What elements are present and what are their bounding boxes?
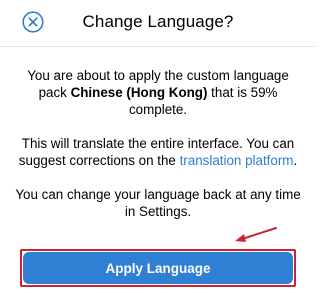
dialog-header: Change Language? xyxy=(0,0,316,47)
dialog-message: You are about to apply the custom langua… xyxy=(14,67,302,237)
annotation-arrow-icon xyxy=(235,227,277,242)
apply-button-highlight: Apply Language xyxy=(20,249,296,287)
message-paragraph-translate: This will translate the entire interface… xyxy=(18,136,298,168)
message-paragraph-settings: You can change your language back at any… xyxy=(15,187,301,219)
translation-platform-link[interactable]: translation platform xyxy=(180,153,294,168)
dialog-title: Change Language? xyxy=(82,12,234,31)
language-pack-name: Chinese (Hong Kong) xyxy=(70,85,208,100)
change-language-dialog: Change Language? You are about to apply … xyxy=(0,0,316,293)
message-paragraph-pack: You are about to apply the custom langua… xyxy=(27,68,289,117)
apply-language-button[interactable]: Apply Language xyxy=(23,252,293,284)
